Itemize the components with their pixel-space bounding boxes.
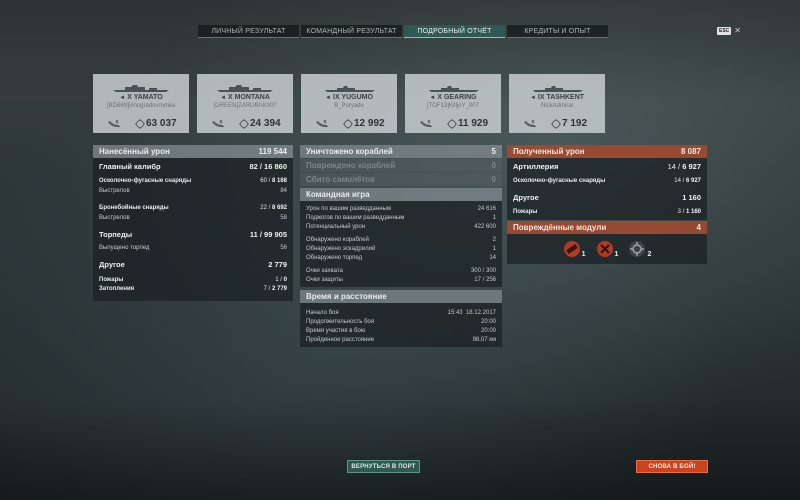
ship-card[interactable]: ◄ IX TASHKENT NickAdmiral 7 192 [509,74,605,133]
player-name: B_Poryade [334,103,364,109]
destroyed-ship-icon [524,119,536,128]
received-other-row: Другое 1 160 [513,193,701,202]
close-button[interactable]: ESC ✕ [717,27,741,35]
tab-credits-xp[interactable]: КРЕДИТЫ И ОПЫТ [507,25,608,38]
tab-detailed-report[interactable]: ПОДРОБНЫЙ ОТЧЁТ [404,25,505,38]
torpedo-module-icon [596,241,613,257]
damage-received-panel: Полученный урон 8 087 Артиллерия 14 / 6 9… [507,145,707,264]
scout-fires-row: Поджогов по вашим разведданным 1 [306,214,496,221]
ship-card[interactable]: ◄ X GEARING [TOF13]KilljoY_007 11 929 [405,74,501,133]
battleship-silhouette-icon [113,85,169,92]
damage-icon [343,119,353,129]
damaged-ships-row: Повреждено кораблей 0 [300,159,502,172]
spotted-torpedoes-row: Обнаружено торпед 14 [306,254,496,261]
module-item: 2 [628,240,651,258]
battle-duration-row: Продолжительность боя 20:00 [306,318,496,325]
ship-name: IX TASHKENT [537,94,585,101]
damage-dealt-panel: Нанесённый урон 119 544 Главный калибр 82… [93,145,293,301]
damage-value: 12 992 [354,118,385,129]
damaged-modules-header: Повреждённые модули 4 [507,221,707,234]
nation-flag-icon: ◄ [220,95,227,101]
capture-points-row: Очки захвата 300 / 300 [306,267,496,274]
ship-card[interactable]: ◄ X YAMATO [BDB69]vinogradovromka 63 037 [93,74,189,133]
ap-shells-row: Бронебойные снаряды 22 / 8 692 [99,204,287,211]
floods-row: Затопления 7 / 2 779 [99,286,287,292]
planes-shot-row: Сбито самолётов 0 [300,173,502,186]
destroyed-ship-icon [316,119,328,128]
other-damage-row: Другое 2 779 [99,260,287,269]
damage-value: 63 037 [146,118,177,129]
main-battery-row: Главный калибр 82 / 16 860 [99,162,287,171]
potential-damage-row: Потенциальный урон 422 600 [306,223,496,230]
received-he-row: Осколочно-фугасные снаряды 14 / 6 927 [513,177,701,184]
he-shells-row: Осколочно-фугасные снаряды 60 / 8 168 [99,177,287,184]
player-name: [BDB69]vinogradovromka [106,103,176,109]
nation-flag-icon: ◄ [429,95,436,101]
tab-team-result[interactable]: КОМАНДНЫЙ РЕЗУЛЬТАТ [301,25,402,38]
esc-key-icon: ESC [717,27,732,35]
ship-name: X GEARING [437,94,477,101]
damage-value: 7 192 [562,118,588,129]
fires-row: Пожары 1 / 0 [99,277,287,283]
destroyer-silhouette-icon [429,86,479,92]
player-name: [TOF13]KilljoY_007 [427,103,479,109]
destroyer-silhouette-icon [325,86,375,92]
destroyed-ship-icon [108,119,120,128]
damaged-modules-list: 1 1 2 [507,234,707,264]
nation-flag-icon: ◄ [529,95,536,101]
destroyed-ship-icon [212,119,224,128]
damage-value: 24 394 [250,118,281,129]
tab-bar: ЛИЧНЫЙ РЕЗУЛЬТАТ КОМАНДНЫЙ РЕЗУЛЬТАТ ПОД… [198,25,610,38]
distance-row: Пройденное расстояние 98.07 км [306,336,496,343]
nation-flag-icon: ◄ [325,95,331,101]
he-shots-row: Выстрелов 84 [99,188,287,194]
participation-time-row: Время участия в бою 20:00 [306,327,496,334]
ship-name: X MONTANA [228,94,270,101]
torpedoes-fired-row: Выпущено торпед 56 [99,245,287,251]
destroyed-ships-row: Уничтожено кораблей 5 [300,145,502,158]
ship-card[interactable]: ◄ IX YUGUMO B_Poryade 12 992 [301,74,397,133]
destroyer-silhouette-icon [533,86,583,92]
player-name: NickAdmiral [540,103,573,109]
gun-module-icon [563,241,580,257]
damage-received-header: Полученный урон 8 087 [507,145,707,158]
nation-flag-icon: ◄ [119,95,126,101]
spotted-ships-row: Обнаружено кораблей 2 [306,236,496,243]
damage-icon [447,119,457,129]
torpedoes-row: Торпеды 11 / 99 905 [99,230,287,239]
ap-shots-row: Выстрелов 58 [99,215,287,221]
received-fires-row: Пожары 3 / 1 160 [513,208,701,215]
scout-damage-row: Урон по вашим разведданным 24 616 [306,205,496,212]
damage-dealt-header: Нанесённый урон 119 544 [93,145,293,158]
battle-stats-panel: Уничтожено кораблей 5 Повреждено кораблей… [300,145,502,347]
tab-personal-result[interactable]: ЛИЧНЫЙ РЕЗУЛЬТАТ [198,25,299,38]
ship-name: X YAMATO [127,94,163,101]
close-icon: ✕ [734,26,741,35]
time-distance-header: Время и расстояние [300,290,502,303]
player-name: [GREEN]ZARUBAK007 [213,103,277,109]
damage-icon [551,119,561,129]
team-play-header: Командная игра [300,188,502,201]
battle-start-row: Начало боя 15:43 18.12.2017 [306,309,496,316]
module-item: 1 [596,240,618,258]
destroyed-ship-icon [420,119,432,128]
defense-points-row: Очки защиты 17 / 256 [306,276,496,283]
damage-value: 11 929 [458,118,489,129]
battleship-silhouette-icon [217,85,273,92]
spotted-squadrons-row: Обнаружено эскадрилий 1 [306,245,496,252]
module-item: 1 [563,240,586,258]
ship-name: IX YUGUMO [333,94,373,101]
engine-module-icon [629,241,646,257]
return-to-port-button[interactable]: ВЕРНУТЬСЯ В ПОРТ [347,460,420,473]
damage-icon [239,119,249,129]
battle-again-button[interactable]: СНОВА В БОЙ! [636,460,708,473]
damage-icon [135,119,145,129]
ship-card[interactable]: ◄ X MONTANA [GREEN]ZARUBAK007 24 394 [197,74,293,133]
artillery-row: Артиллерия 14 / 6 927 [513,162,701,171]
killed-ships-cards: ◄ X YAMATO [BDB69]vinogradovromka 63 037 … [93,74,613,133]
